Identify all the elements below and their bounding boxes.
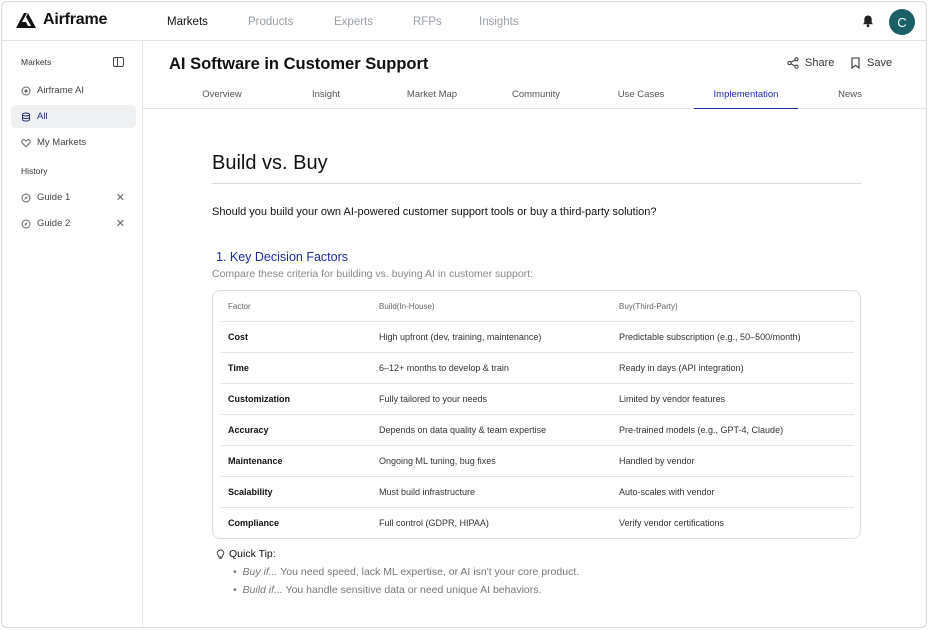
compass-icon [21,219,31,229]
buy-cell: Predictable subscription (e.g., 50–500/m… [619,332,801,342]
tip-text: You handle sensitive data or need unique… [282,584,542,596]
brand-name: Airframe [43,11,108,28]
airframe-logo-icon [16,13,36,28]
bullet: • [233,584,243,596]
avatar[interactable]: C [889,9,915,35]
avatar-initial: C [897,14,907,30]
sidebar-history-heading: History [21,166,48,176]
compass-icon [21,193,31,203]
tip-item: • Buy if... You need speed, lack ML expe… [233,566,579,578]
page-title: AI Software in Customer Support [169,55,429,73]
subsection-title: 1. Key Decision Factors [216,250,348,264]
save-label: Save [867,57,893,69]
table-row: Compliance Full control (GDPR, HIPAA) Ve… [221,508,854,539]
tip-item: • Build if... You handle sensitive data … [233,584,541,596]
build-cell: Ongoing ML tuning, bug fixes [379,456,496,466]
factor-cell: Customization [228,394,290,404]
lead-text: Should you build your own AI-powered cus… [212,206,657,218]
sidebar-item-label: All [37,111,48,122]
table-header-row: Factor Build(In-House) Buy(Third-Party) [221,291,854,322]
bookmark-icon [851,57,860,69]
nav-markets[interactable]: Markets [167,16,208,28]
tab-insight[interactable]: Insight [293,80,359,109]
history-item-label: Guide 2 [37,218,71,229]
section-heading: Build vs. Buy [212,152,328,174]
share-button[interactable]: Share [787,57,834,69]
share-icon [787,57,799,69]
tab-use-cases[interactable]: Use Cases [607,80,675,109]
table-row: Maintenance Ongoing ML tuning, bug fixes… [221,446,854,477]
buy-cell: Handled by vendor [619,456,695,466]
close-icon[interactable]: ✕ [116,191,125,204]
heading-divider [212,183,861,184]
sidebar-markets-heading: Markets [21,57,52,67]
column-header-build: Build(In-House) [379,302,435,311]
heart-icon [21,138,31,148]
nav-rfps[interactable]: RFPs [413,16,442,28]
tab-community[interactable]: Community [502,80,570,109]
factor-cell: Cost [228,332,248,342]
close-icon[interactable]: ✕ [116,217,125,230]
history-item-guide-1[interactable]: Guide 1 ✕ [11,186,136,209]
build-cell: High upfront (dev, training, maintenance… [379,332,542,342]
table-row: Cost High upfront (dev, training, mainte… [221,322,854,353]
app-window: Airframe Markets Products Experts RFPs I… [1,1,927,628]
factor-cell: Scalability [228,487,273,497]
factor-cell: Maintenance [228,456,283,466]
history-item-label: Guide 1 [37,192,71,203]
sidebar-item-all[interactable]: All [11,105,136,128]
column-header-buy: Buy(Third-Party) [619,302,678,311]
tab-implementation[interactable]: Implementation [694,80,798,109]
buy-cell: Auto-scales with vendor [619,487,715,497]
sidebar-item-label: Airframe AI [37,85,84,96]
top-bar: Airframe Markets Products Experts RFPs I… [2,2,926,41]
sidebar-item-airframe-ai[interactable]: Airframe AI [11,79,136,102]
bell-icon[interactable] [861,14,875,28]
nav-insights[interactable]: Insights [479,16,519,28]
sidebar-toggle-icon[interactable] [113,57,124,67]
nav-products[interactable]: Products [248,16,293,28]
table-row: Scalability Must build infrastructure Au… [221,477,854,508]
history-item-guide-2[interactable]: Guide 2 ✕ [11,212,136,235]
build-cell: Full control (GDPR, HIPAA) [379,518,489,528]
build-cell: Fully tailored to your needs [379,394,488,404]
build-cell: Depends on data quality & team expertise [379,425,547,435]
sparkle-icon [21,86,31,96]
buy-cell: Pre-trained models (e.g., GPT-4, Claude) [619,425,784,435]
bullet: • [233,566,243,578]
tab-bar: Overview Insight Market Map Community Us… [143,80,926,109]
buy-cell: Limited by vendor features [619,394,726,404]
tab-overview[interactable]: Overview [188,80,256,109]
comparison-table: Factor Build(In-House) Buy(Third-Party) … [212,290,861,539]
factor-cell: Accuracy [228,425,269,435]
build-cell: Must build infrastructure [379,487,476,497]
share-label: Share [805,57,835,69]
tip-lead: Buy if... [242,566,278,578]
table-row: Customization Fully tailored to your nee… [221,384,854,415]
factor-cell: Time [228,363,249,373]
tip-lead: Build if... [242,584,283,596]
build-cell: 6–12+ months to develop & train [379,363,509,373]
tip-text: You need speed, lack ML expertise, or AI… [277,566,580,578]
factor-cell: Compliance [228,518,280,528]
quick-tip-title: Quick Tip: [229,548,276,560]
buy-cell: Verify vendor certifications [619,518,725,528]
buy-cell: Ready in days (API integration) [619,363,744,373]
lightbulb-icon [216,549,225,559]
tab-market-map[interactable]: Market Map [397,80,467,109]
quick-tip-heading: Quick Tip: [216,548,276,560]
table-row: Time 6–12+ months to develop & train Rea… [221,353,854,384]
brand[interactable]: Airframe [15,11,107,29]
tab-news[interactable]: News [818,80,882,109]
database-icon [21,112,31,122]
column-header-factor: Factor [228,302,251,311]
subsection-description: Compare these criteria for building vs. … [212,268,533,280]
sidebar-item-label: My Markets [37,137,87,148]
nav-experts[interactable]: Experts [334,16,373,28]
table-row: Accuracy Depends on data quality & team … [221,415,854,446]
sidebar-item-my-markets[interactable]: My Markets [11,131,136,154]
save-button[interactable]: Save [850,57,892,69]
sidebar: Markets Airframe AI All My Markets Histo… [2,41,143,627]
